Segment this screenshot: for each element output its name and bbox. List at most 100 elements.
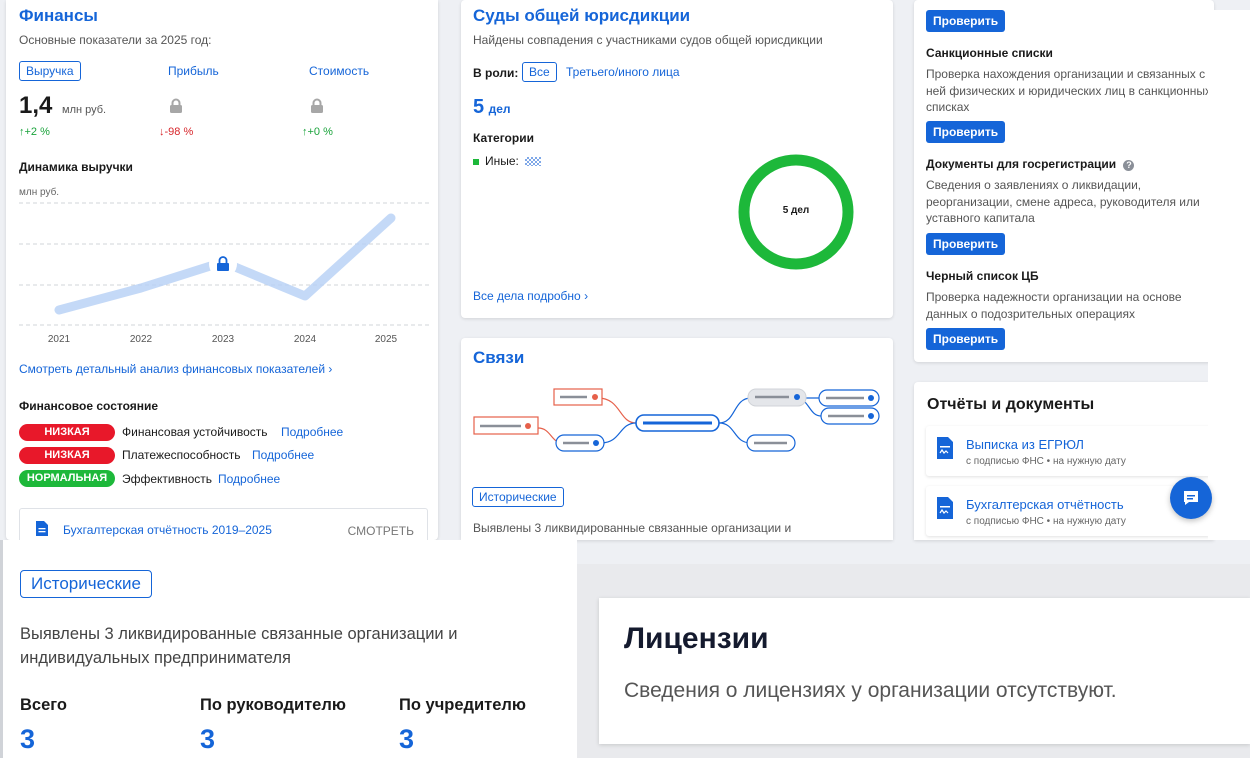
chevron-right-icon: › xyxy=(584,289,589,303)
licenses-text: Сведения о лицензиях у организации отсут… xyxy=(624,679,1117,702)
cases-count-unit: дел xyxy=(488,102,511,116)
lock-icon xyxy=(217,263,229,271)
tab-value[interactable]: Стоимость xyxy=(309,64,369,78)
reports-title: Отчёты и документы xyxy=(927,396,1095,413)
category-label: Иные: xyxy=(485,154,519,168)
historic-col-value[interactable]: 3 xyxy=(200,724,215,755)
licenses-zoom-background: Лицензии Сведения о лицензиях у организа… xyxy=(577,564,1250,758)
finance-card: Финансы Основные показатели за 2025 год:… xyxy=(6,0,438,540)
finance-detail-link[interactable]: Смотреть детальный анализ финансовых пок… xyxy=(19,362,332,376)
right-edge-strip xyxy=(1208,10,1250,540)
finance-subtitle: Основные показатели за 2025 год: xyxy=(19,33,212,47)
historic-col-value[interactable]: 3 xyxy=(399,724,414,755)
connections-graph xyxy=(473,388,880,452)
check-button[interactable]: Проверить xyxy=(926,10,1006,32)
profit-change-value: -98 % xyxy=(164,126,194,138)
historic-col-label: Всего xyxy=(20,696,68,714)
checker-pattern-icon xyxy=(525,157,542,167)
cases-count-number: 5 xyxy=(473,96,485,118)
role-filter-third[interactable]: Третьего/иного лица xyxy=(566,65,680,79)
value-change-value: +0 % xyxy=(307,126,333,138)
x-tick-label: 2024 xyxy=(294,334,317,345)
document-signed-icon xyxy=(937,497,953,519)
chat-button[interactable] xyxy=(1170,477,1212,519)
report-view-button[interactable]: СМОТРЕТЬ xyxy=(348,524,414,538)
revenue-value: 1,4 xyxy=(19,92,52,120)
links-title: Связи xyxy=(473,348,525,367)
report-item[interactable]: Бухгалтерская отчётность с подписью ФНС … xyxy=(926,486,1211,536)
report-item-sub: с подписью ФНС • на нужную дату xyxy=(966,516,1126,527)
lock-icon xyxy=(311,98,323,113)
x-tick-label: 2025 xyxy=(375,334,398,345)
chart-title: Динамика выручки xyxy=(19,160,133,174)
tab-revenue[interactable]: Выручка xyxy=(19,61,81,81)
historic-col-label: По учредителю xyxy=(399,696,526,714)
report-item-sub: с подписью ФНС • на нужную дату xyxy=(966,456,1126,467)
check-title: Черный список ЦБ xyxy=(926,269,1039,283)
revenue-chart: 2021 2022 2023 2024 2025 xyxy=(19,202,429,345)
role-filter-all[interactable]: Все xyxy=(522,62,557,82)
document-icon xyxy=(36,521,48,536)
courts-title: Суды общей юрисдикции xyxy=(473,6,691,25)
categories-title: Категории xyxy=(473,131,534,145)
chevron-right-icon: › xyxy=(328,362,333,376)
revenue-change: ↑+2 % xyxy=(19,126,50,138)
fin-state-label: Эффективность xyxy=(122,472,213,486)
licenses-title: Лицензии xyxy=(624,622,769,655)
historic-zoom-panel: Исторические Выявлены 3 ликвидированные … xyxy=(0,540,577,758)
check-description: Сведения о заявлениях о ликвидации, реор… xyxy=(926,178,1200,225)
category-legend-item: Иные: xyxy=(473,154,542,168)
finance-title: Финансы xyxy=(19,6,98,25)
check-description: Проверка нахождения организации и связан… xyxy=(926,67,1211,114)
check-button[interactable]: Проверить xyxy=(926,233,1006,255)
revenue-number: 1,4 xyxy=(19,92,53,119)
status-badge: НОРМАЛЬНАЯ xyxy=(19,470,115,487)
green-square-icon xyxy=(473,158,479,165)
check-title: Документы для госрегистрации ? xyxy=(926,157,1135,171)
profit-change: ↓-98 % xyxy=(159,126,194,138)
chart-unit: млн руб. xyxy=(19,187,60,198)
report-item[interactable]: Выписка из ЕГРЮЛ с подписью ФНС • на нуж… xyxy=(926,426,1211,476)
question-icon[interactable]: ? xyxy=(1123,160,1135,171)
fin-state-more-link[interactable]: Подробнее xyxy=(281,425,343,439)
historic-col-label: По руководителю xyxy=(200,696,346,714)
historic-tag-large[interactable]: Исторические xyxy=(20,570,152,598)
checks-card: Проверить Санкционные списки Проверка на… xyxy=(914,0,1214,362)
donut-center-label: 5 дел xyxy=(782,205,810,216)
report-label[interactable]: Бухгалтерская отчётность 2019–2025 xyxy=(63,523,272,537)
historic-text: Выявлены 3 ликвидированные связанные орг… xyxy=(20,622,457,670)
lock-icon xyxy=(170,98,182,113)
courts-subtitle: Найдены совпадения с участниками судов о… xyxy=(473,33,823,47)
role-label: В роли: xyxy=(473,66,519,80)
historic-text-line: Выявлены 3 ликвидированные связанные орг… xyxy=(20,625,458,643)
historic-tag[interactable]: Исторические xyxy=(472,487,564,507)
all-cases-link-label: Все дела подробно xyxy=(473,289,581,303)
check-description: Проверка надежности организации на основ… xyxy=(926,290,1182,321)
fin-state-more-link[interactable]: Подробнее xyxy=(252,448,314,462)
report-row[interactable]: Бухгалтерская отчётность 2019–2025 СМОТР… xyxy=(19,508,428,540)
check-button[interactable]: Проверить xyxy=(926,121,1006,143)
check-title: Санкционные списки xyxy=(926,46,1053,60)
check-button[interactable]: Проверить xyxy=(926,328,1006,350)
cases-count: 5 дел xyxy=(473,96,511,119)
fin-state-label: Платежеспособность xyxy=(122,448,241,462)
chat-icon xyxy=(1184,491,1198,505)
licenses-card: Лицензии Сведения о лицензиях у организа… xyxy=(599,598,1250,744)
links-text: Выявлены 3 ликвидированные связанные орг… xyxy=(473,521,792,535)
links-card: Связи Исторические Выявлены 3 ликвидиров… xyxy=(461,338,893,540)
finance-detail-link-label: Смотреть детальный анализ финансовых пок… xyxy=(19,362,326,376)
report-item-title[interactable]: Выписка из ЕГРЮЛ xyxy=(966,437,1084,452)
x-tick-label: 2021 xyxy=(48,334,71,345)
fin-state-more-link[interactable]: Подробнее xyxy=(218,472,280,486)
tab-profit[interactable]: Прибыль xyxy=(168,64,219,78)
historic-col-value[interactable]: 3 xyxy=(20,724,35,755)
revenue-change-value: +2 % xyxy=(24,126,50,138)
courts-card: Суды общей юрисдикции Найдены совпадения… xyxy=(461,0,893,318)
revenue-unit: млн руб. xyxy=(62,104,107,116)
report-item-title[interactable]: Бухгалтерская отчётность xyxy=(966,497,1124,512)
x-tick-label: 2023 xyxy=(212,334,235,345)
all-cases-link[interactable]: Все дела подробно › xyxy=(473,289,588,303)
fin-state-title: Финансовое состояние xyxy=(19,399,159,413)
fin-state-label: Финансовая устойчивость xyxy=(122,425,268,439)
status-badge: НИЗКАЯ xyxy=(19,447,115,464)
